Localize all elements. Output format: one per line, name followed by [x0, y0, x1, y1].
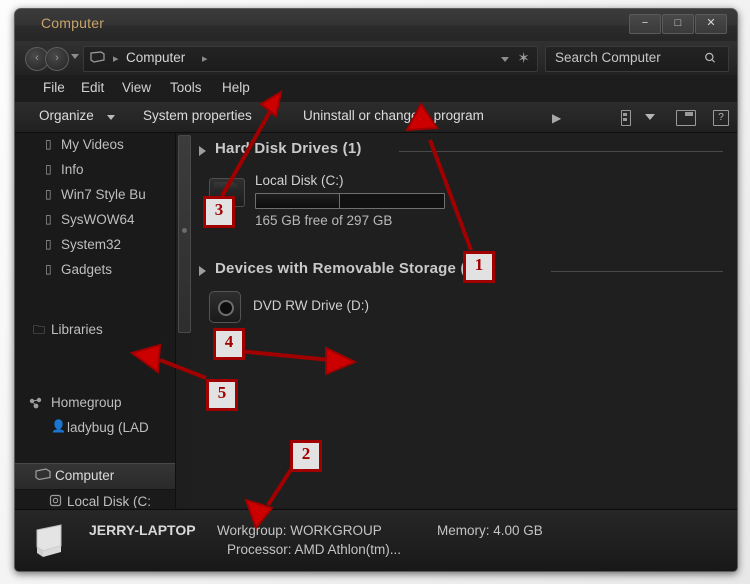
sidebar-item-system32[interactable]: ▯ System32 — [15, 233, 175, 258]
sidebar-item-win7-style-builder[interactable]: ▯ Win7 Style Bu — [15, 183, 175, 208]
dvd-drive-label[interactable]: DVD RW Drive (D:) — [253, 298, 369, 313]
close-button[interactable]: ✕ — [695, 14, 727, 34]
breadcrumb-computer[interactable]: Computer — [126, 50, 185, 65]
breadcrumb-bar[interactable]: ▸ Computer ▸ ✶ — [83, 46, 538, 72]
sidebar-item-local-disk-c[interactable]: Local Disk (C: — [15, 490, 175, 508]
forward-button[interactable]: › — [45, 47, 69, 71]
folder-icon: ▯ — [45, 262, 52, 276]
sidebar-item-libraries[interactable]: 🗀 Libraries — [15, 318, 175, 343]
annotation-marker-1: 1 — [463, 251, 495, 283]
folder-icon: ▯ — [45, 212, 52, 226]
breadcrumb-separator-1: ▸ — [113, 53, 119, 65]
menu-edit[interactable]: Edit — [77, 79, 108, 96]
libraries-icon: 🗀 — [33, 323, 46, 337]
sidebar-item-syswow64[interactable]: ▯ SysWOW64 — [15, 208, 175, 233]
navigation-pane-scrollbar[interactable] — [175, 133, 192, 508]
toolbar-overflow-icon[interactable]: ▶ — [552, 111, 561, 125]
content-pane: Hard Disk Drives (1) Local Disk (C:) 165… — [191, 133, 737, 508]
breadcrumb-separator-2[interactable]: ▸ — [202, 52, 208, 65]
search-placeholder: Search Computer — [555, 50, 661, 65]
maximize-button[interactable]: □ — [662, 14, 694, 34]
sidebar-item-label: My Videos — [61, 137, 124, 152]
breadcrumb-dropdown-icon[interactable] — [501, 57, 509, 62]
address-bar: ‹ › ▸ Computer ▸ ✶ Search Computer — [15, 41, 737, 76]
status-workgroup: Workgroup: WORKGROUP — [217, 523, 382, 538]
group-header-hard-disk-drives[interactable]: Hard Disk Drives (1) — [191, 139, 737, 161]
view-layout-icon[interactable] — [621, 110, 631, 126]
status-bar: JERRY-LAPTOP Workgroup: WORKGROUP Memory… — [15, 509, 737, 571]
disk-usage-fill — [256, 194, 340, 208]
uninstall-or-change-program-button[interactable]: Uninstall or change a program — [303, 108, 484, 123]
refresh-icon[interactable]: ✶ — [517, 49, 530, 67]
computer-status-icon — [31, 522, 77, 560]
disk-free-space-text: 165 GB free of 297 GB — [255, 213, 393, 228]
sidebar-item-my-videos[interactable]: ▯ My Videos — [15, 133, 175, 158]
sidebar-item-label: Info — [61, 162, 84, 177]
navigation-pane: ▯ My Videos ▯ Info ▯ Win7 Style Bu ▯ Sys… — [15, 133, 175, 508]
annotation-marker-2: 2 — [290, 440, 322, 472]
user-icon: 👤 — [51, 419, 66, 433]
menu-help[interactable]: Help — [218, 79, 254, 96]
explorer-window: Computer − □ ✕ ‹ › ▸ Computer ▸ ✶ Search… — [14, 8, 738, 572]
title-bar: Computer − □ ✕ — [15, 9, 737, 42]
status-processor: Processor: AMD Athlon(tm)... — [227, 542, 402, 557]
status-computer-name: JERRY-LAPTOP — [89, 522, 196, 538]
system-properties-button[interactable]: System properties — [143, 108, 252, 123]
view-dropdown-icon[interactable] — [645, 114, 655, 120]
chevron-down-icon[interactable] — [107, 115, 115, 120]
folder-icon: ▯ — [45, 187, 52, 201]
sidebar-item-label: Gadgets — [61, 262, 113, 277]
disk-usage-bar — [255, 193, 445, 209]
sidebar-item-homegroup[interactable]: Homegroup — [15, 391, 175, 416]
menu-bar: File Edit View Tools Help — [15, 75, 737, 103]
sidebar-item-label: Win7 Style Bu — [61, 187, 146, 202]
sidebar-item-gadgets[interactable]: ▯ Gadgets — [15, 258, 175, 283]
annotation-marker-4: 4 — [213, 328, 245, 360]
group-title: Hard Disk Drives (1) — [215, 140, 362, 157]
dvd-drive-icon[interactable] — [209, 291, 241, 323]
computer-icon — [90, 51, 105, 65]
expander-triangle-icon[interactable] — [199, 146, 206, 156]
screenshot-root: Computer − □ ✕ ‹ › ▸ Computer ▸ ✶ Search… — [0, 0, 750, 584]
annotation-marker-5: 5 — [206, 379, 238, 411]
sidebar-item-label: System32 — [61, 237, 122, 252]
group-divider — [399, 151, 723, 152]
sidebar-item-computer[interactable]: Computer — [15, 463, 175, 490]
search-icon — [702, 48, 723, 69]
minimize-button[interactable]: − — [629, 14, 661, 34]
expander-triangle-icon[interactable] — [199, 266, 206, 276]
sidebar-item-label: SysWOW64 — [61, 212, 135, 227]
sidebar-item-label: Homegroup — [51, 395, 122, 410]
annotation-marker-3: 3 — [203, 196, 235, 228]
homegroup-icon — [29, 397, 45, 413]
sidebar-item-label: ladybug (LAD — [67, 420, 149, 435]
menu-tools[interactable]: Tools — [166, 79, 206, 96]
recent-pages-caret-icon[interactable] — [71, 54, 79, 59]
computer-icon — [35, 468, 51, 485]
search-input[interactable]: Search Computer — [545, 46, 729, 72]
sidebar-item-label: Local Disk (C: — [67, 494, 152, 508]
command-toolbar: Organize System properties Uninstall or … — [15, 102, 737, 133]
disk-icon — [49, 494, 63, 508]
hard-disk-label[interactable]: Local Disk (C:) — [255, 173, 344, 188]
folder-icon: ▯ — [45, 162, 52, 176]
group-divider — [551, 271, 723, 272]
group-title: Devices with Removable Storage (1) — [215, 260, 480, 277]
menu-view[interactable]: View — [118, 79, 155, 96]
sidebar-item-label: Libraries — [51, 322, 103, 337]
menu-file[interactable]: File — [39, 79, 69, 96]
sidebar-item-label: Computer — [55, 468, 115, 483]
sidebar-item-info[interactable]: ▯ Info — [15, 158, 175, 183]
status-memory: Memory: 4.00 GB — [437, 523, 543, 538]
sidebar-item-ladybug[interactable]: 👤 ladybug (LAD — [15, 416, 175, 441]
help-icon[interactable]: ? — [713, 110, 729, 126]
folder-icon: ▯ — [45, 137, 52, 151]
preview-pane-icon[interactable] — [676, 110, 696, 126]
scrollbar-thumb[interactable] — [178, 135, 191, 333]
window-title: Computer — [41, 15, 105, 31]
organize-button[interactable]: Organize — [39, 108, 94, 123]
folder-icon: ▯ — [45, 237, 52, 251]
